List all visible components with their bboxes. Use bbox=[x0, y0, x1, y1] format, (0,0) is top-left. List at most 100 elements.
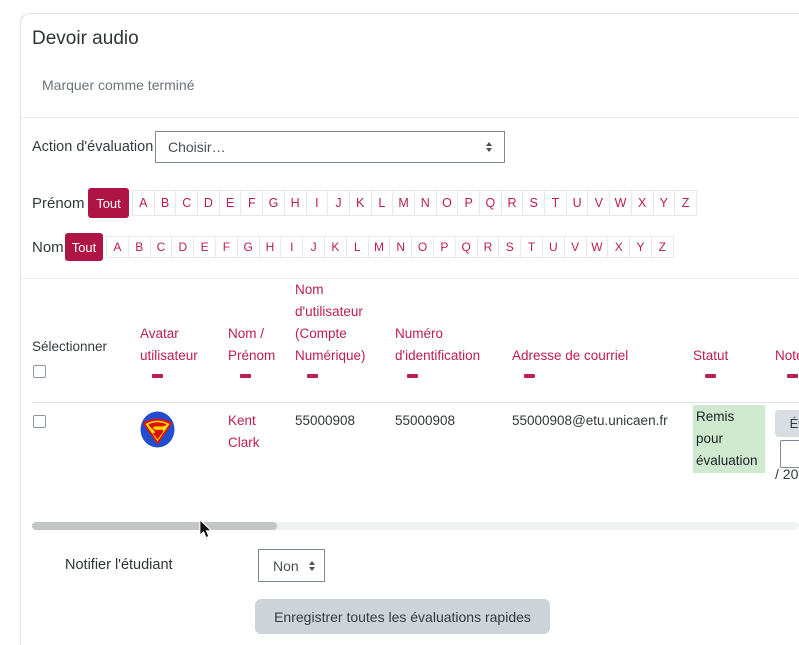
collapse-column-icon[interactable] bbox=[152, 374, 163, 378]
lastname-letter-s[interactable]: S bbox=[498, 236, 521, 258]
select-updown-icon bbox=[486, 142, 492, 152]
firstname-letter-x[interactable]: X bbox=[631, 190, 654, 216]
completion-toggle[interactable]: Marquer comme terminé bbox=[42, 77, 195, 93]
grade-column-link[interactable]: Note bbox=[775, 345, 799, 367]
lastname-letter-z[interactable]: Z bbox=[651, 236, 674, 258]
lastname-letter-h[interactable]: H bbox=[259, 236, 282, 258]
firstname-letter-w[interactable]: W bbox=[609, 190, 632, 216]
lastname-letter-w[interactable]: W bbox=[586, 236, 609, 258]
lastname-letter-j[interactable]: J bbox=[302, 236, 325, 258]
firstname-letter-y[interactable]: Y bbox=[653, 190, 676, 216]
collapse-column-icon[interactable] bbox=[524, 374, 535, 378]
lastname-letter-b[interactable]: B bbox=[128, 236, 151, 258]
lastname-letter-g[interactable]: G bbox=[237, 236, 260, 258]
firstname-letter-e[interactable]: E bbox=[219, 190, 242, 216]
firstname-letter-s[interactable]: S bbox=[522, 190, 545, 216]
lastname-letter-u[interactable]: U bbox=[542, 236, 565, 258]
firstname-letter-d[interactable]: D bbox=[197, 190, 220, 216]
lastname-letter-x[interactable]: X bbox=[607, 236, 630, 258]
firstname-filter-label: Prénom bbox=[32, 195, 88, 212]
select-all-checkbox[interactable] bbox=[33, 365, 46, 378]
lastname-letter-d[interactable]: D bbox=[171, 236, 194, 258]
lastname-letter-f[interactable]: F bbox=[215, 236, 238, 258]
collapse-column-icon[interactable] bbox=[705, 374, 716, 378]
student-name-link[interactable]: Kent Clark bbox=[228, 410, 290, 454]
status-column-link[interactable]: Statut bbox=[693, 345, 765, 367]
lastname-letter-e[interactable]: E bbox=[193, 236, 216, 258]
firstname-letter-c[interactable]: C bbox=[175, 190, 198, 216]
idnumber-column-link[interactable]: Numéro d'identification bbox=[395, 323, 507, 367]
quick-grade-input[interactable] bbox=[780, 440, 799, 468]
firstname-filter: Prénom Tout ABCDEFGHIJKLMNOPQRSTUVWXYZ bbox=[32, 188, 697, 218]
lastname-letter-c[interactable]: C bbox=[150, 236, 173, 258]
row-select-checkbox[interactable] bbox=[33, 415, 46, 428]
firstname-letter-q[interactable]: Q bbox=[479, 190, 502, 216]
lastname-letter-v[interactable]: V bbox=[564, 236, 587, 258]
lastname-letter-list: ABCDEFGHIJKLMNOPQRSTUVWXYZ bbox=[107, 236, 674, 258]
user-avatar[interactable] bbox=[140, 411, 175, 455]
lastname-filter-all-button[interactable]: Tout bbox=[65, 233, 103, 261]
horizontal-scrollbar-thumb[interactable] bbox=[32, 522, 277, 530]
lastname-letter-n[interactable]: N bbox=[389, 236, 412, 258]
grade-button[interactable]: Évaluation bbox=[775, 410, 799, 437]
firstname-letter-f[interactable]: F bbox=[240, 190, 263, 216]
firstname-letter-z[interactable]: Z bbox=[674, 190, 697, 216]
assignment-grading-page: Devoir audio Marquer comme terminé Actio… bbox=[0, 0, 799, 645]
status-badge: Remis pour évaluation bbox=[693, 405, 765, 473]
firstname-letter-j[interactable]: J bbox=[327, 190, 350, 216]
lastname-letter-i[interactable]: I bbox=[280, 236, 303, 258]
firstname-letter-r[interactable]: R bbox=[501, 190, 524, 216]
lastname-letter-t[interactable]: T bbox=[520, 236, 543, 258]
lastname-letter-r[interactable]: R bbox=[477, 236, 500, 258]
superman-logo-icon bbox=[140, 411, 175, 448]
notify-student-select[interactable]: Non bbox=[258, 549, 325, 582]
firstname-letter-m[interactable]: M bbox=[392, 190, 415, 216]
firstname-letter-p[interactable]: P bbox=[457, 190, 480, 216]
horizontal-scrollbar-track[interactable] bbox=[32, 522, 799, 530]
firstname-letter-o[interactable]: O bbox=[436, 190, 459, 216]
collapse-column-icon[interactable] bbox=[307, 374, 318, 378]
firstname-letter-a[interactable]: A bbox=[132, 190, 155, 216]
fullname-column-link[interactable]: Nom / Prénom bbox=[228, 323, 290, 367]
lastname-letter-a[interactable]: A bbox=[106, 236, 129, 258]
lastname-letter-l[interactable]: L bbox=[346, 236, 369, 258]
save-quick-grades-button[interactable]: Enregistrer toutes les évaluations rapid… bbox=[255, 599, 550, 634]
status-cell: Remis pour évaluation bbox=[693, 405, 765, 473]
firstname-letter-i[interactable]: I bbox=[306, 190, 329, 216]
column-header-fullname: Nom / Prénom bbox=[228, 323, 290, 378]
lastname-letter-y[interactable]: Y bbox=[629, 236, 652, 258]
table-header-row: Sélectionner Avatar utilisateur Nom / Pr… bbox=[0, 283, 799, 402]
page-title: Devoir audio bbox=[32, 28, 139, 50]
grade-out-of-label: / 20 bbox=[775, 466, 798, 482]
firstname-letter-t[interactable]: T bbox=[544, 190, 567, 216]
firstname-letter-b[interactable]: B bbox=[154, 190, 177, 216]
email-cell: 55000908@etu.unicaen.fr bbox=[512, 410, 668, 432]
lastname-letter-o[interactable]: O bbox=[411, 236, 434, 258]
firstname-letter-k[interactable]: K bbox=[349, 190, 372, 216]
firstname-letter-v[interactable]: V bbox=[587, 190, 610, 216]
collapse-column-icon[interactable] bbox=[240, 374, 251, 378]
grading-action-select[interactable]: Choisir… bbox=[155, 131, 505, 163]
avatar-column-link[interactable]: Avatar utilisateur bbox=[140, 323, 225, 367]
username-column-link[interactable]: Nom d'utilisateur (Compte Numérique) bbox=[295, 279, 390, 367]
lastname-letter-q[interactable]: Q bbox=[455, 236, 478, 258]
firstname-letter-l[interactable]: L bbox=[371, 190, 394, 216]
firstname-letter-u[interactable]: U bbox=[566, 190, 589, 216]
firstname-letter-g[interactable]: G bbox=[262, 190, 285, 216]
email-column-link[interactable]: Adresse de courriel bbox=[512, 345, 687, 367]
lastname-letter-k[interactable]: K bbox=[324, 236, 347, 258]
lastname-letter-p[interactable]: P bbox=[433, 236, 456, 258]
firstname-letter-h[interactable]: H bbox=[284, 190, 307, 216]
select-updown-icon bbox=[309, 561, 315, 571]
grading-action-label: Action d'évaluation bbox=[32, 131, 153, 163]
collapse-column-icon[interactable] bbox=[787, 374, 798, 378]
collapse-column-icon[interactable] bbox=[407, 374, 418, 378]
divider bbox=[21, 117, 799, 118]
firstname-letter-n[interactable]: N bbox=[414, 190, 437, 216]
lastname-filter-label: Nom bbox=[32, 239, 65, 256]
column-header-select: Sélectionner bbox=[32, 336, 132, 378]
notify-student-label: Notifier l'étudiant bbox=[65, 549, 173, 582]
column-header-grade: Note bbox=[775, 345, 799, 378]
lastname-letter-m[interactable]: M bbox=[368, 236, 391, 258]
firstname-filter-all-button[interactable]: Tout bbox=[88, 188, 129, 218]
